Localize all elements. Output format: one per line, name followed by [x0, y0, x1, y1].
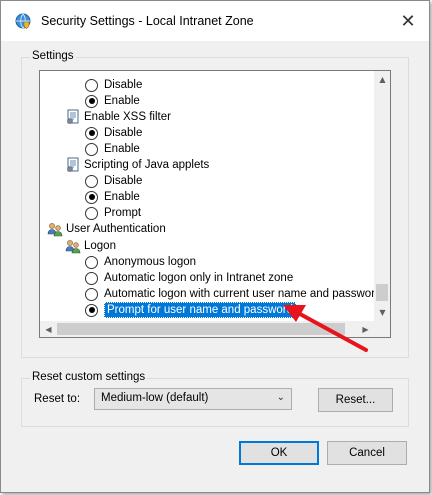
- vertical-scroll-thumb[interactable]: [376, 284, 388, 301]
- radio-button[interactable]: [85, 206, 98, 220]
- close-icon[interactable]: ✕: [393, 7, 423, 35]
- horizontal-scrollbar[interactable]: ◀ ▶: [40, 321, 374, 337]
- scroll-right-icon[interactable]: ▶: [357, 321, 374, 337]
- scroll-left-icon[interactable]: ◀: [40, 321, 57, 337]
- radio-button[interactable]: [85, 142, 98, 156]
- radio-button[interactable]: [85, 303, 98, 317]
- radio-option[interactable]: Automatic logon only in Intranet zone: [85, 270, 293, 286]
- tree-category: User Authentication: [47, 221, 166, 237]
- radio-button[interactable]: [85, 271, 98, 285]
- settings-group-label: Settings: [30, 50, 76, 62]
- radio-button[interactable]: [85, 255, 98, 269]
- settings-tree[interactable]: Disable Enable Enable XSS filter Disable Ena…: [39, 70, 391, 338]
- users-icon: [47, 221, 63, 237]
- settings-group: Settings Disable Enable Enable XSS filter D…: [21, 50, 409, 358]
- tree-item-label: Enable: [104, 143, 140, 155]
- scroll-down-icon[interactable]: ▼: [374, 304, 390, 321]
- tree-item-label: Disable: [104, 175, 143, 187]
- cancel-button[interactable]: Cancel: [327, 441, 407, 465]
- ok-button[interactable]: OK: [239, 441, 319, 465]
- radio-button[interactable]: [85, 94, 98, 108]
- tree-category: Scripting of Java applets: [65, 157, 209, 173]
- settings-page-icon: [65, 157, 81, 173]
- radio-option[interactable]: Disable: [85, 125, 142, 141]
- tree-category: Enable XSS filter: [65, 109, 171, 125]
- tree-item-label: User Authentication: [66, 223, 166, 235]
- tree-item-label: Disable: [104, 79, 143, 91]
- settings-page-icon: [65, 109, 81, 125]
- tree-category: Logon: [65, 238, 116, 254]
- radio-option[interactable]: Enable: [85, 189, 140, 205]
- radio-button[interactable]: [85, 174, 98, 188]
- scroll-up-icon[interactable]: ▲: [374, 71, 390, 88]
- tree-item-label: Logon: [84, 240, 116, 252]
- tree-item-label: Prompt for user name and password: [104, 302, 297, 318]
- tree-item-label: Enable: [104, 95, 140, 107]
- vertical-scrollbar[interactable]: ▲ ▼: [374, 71, 390, 321]
- tree-item-label: Automatic logon with current user name a…: [104, 288, 382, 300]
- globe-shield-icon: [15, 13, 31, 29]
- radio-option[interactable]: Prompt: [85, 205, 141, 221]
- radio-button[interactable]: [85, 126, 98, 140]
- radio-option[interactable]: Prompt for user name and password: [85, 302, 297, 318]
- reset-button[interactable]: Reset...: [318, 388, 393, 412]
- window-title: Security Settings - Local Intranet Zone: [41, 14, 254, 28]
- radio-option[interactable]: Enable: [85, 141, 140, 157]
- reset-level-dropdown[interactable]: Medium-low (default) ⌄: [94, 388, 292, 410]
- reset-level-value: Medium-low (default): [101, 392, 209, 404]
- radio-button[interactable]: [85, 190, 98, 204]
- tree-item-label: Prompt: [104, 207, 142, 219]
- tree-item-label: Automatic logon only in Intranet zone: [104, 272, 294, 284]
- radio-option[interactable]: Anonymous logon: [85, 254, 196, 270]
- chevron-down-icon: ⌄: [276, 392, 285, 403]
- reset-group-label: Reset custom settings: [30, 371, 148, 383]
- scroll-corner: [374, 321, 390, 337]
- radio-button[interactable]: [85, 78, 98, 92]
- tree-item-label: Anonymous logon: [104, 256, 197, 268]
- users-icon: [65, 238, 81, 254]
- reset-to-label: Reset to:: [34, 393, 81, 405]
- tree-item-label: Enable XSS filter: [84, 111, 171, 123]
- radio-option[interactable]: Automatic logon with current user name a…: [85, 286, 381, 302]
- security-settings-dialog: Security Settings - Local Intranet Zone …: [0, 0, 430, 493]
- radio-button[interactable]: [85, 287, 98, 301]
- reset-custom-settings-group: Reset custom settings Reset to: Medium-l…: [21, 371, 409, 427]
- radio-option[interactable]: Disable: [85, 173, 142, 189]
- tree-item-label: Enable: [104, 191, 140, 203]
- radio-option[interactable]: Enable: [85, 93, 140, 109]
- radio-option[interactable]: Disable: [85, 77, 142, 93]
- tree-item-label: Disable: [104, 127, 143, 139]
- tree-item-label: Scripting of Java applets: [84, 159, 210, 171]
- horizontal-scroll-thumb[interactable]: [57, 323, 345, 335]
- title-bar: Security Settings - Local Intranet Zone …: [1, 1, 429, 41]
